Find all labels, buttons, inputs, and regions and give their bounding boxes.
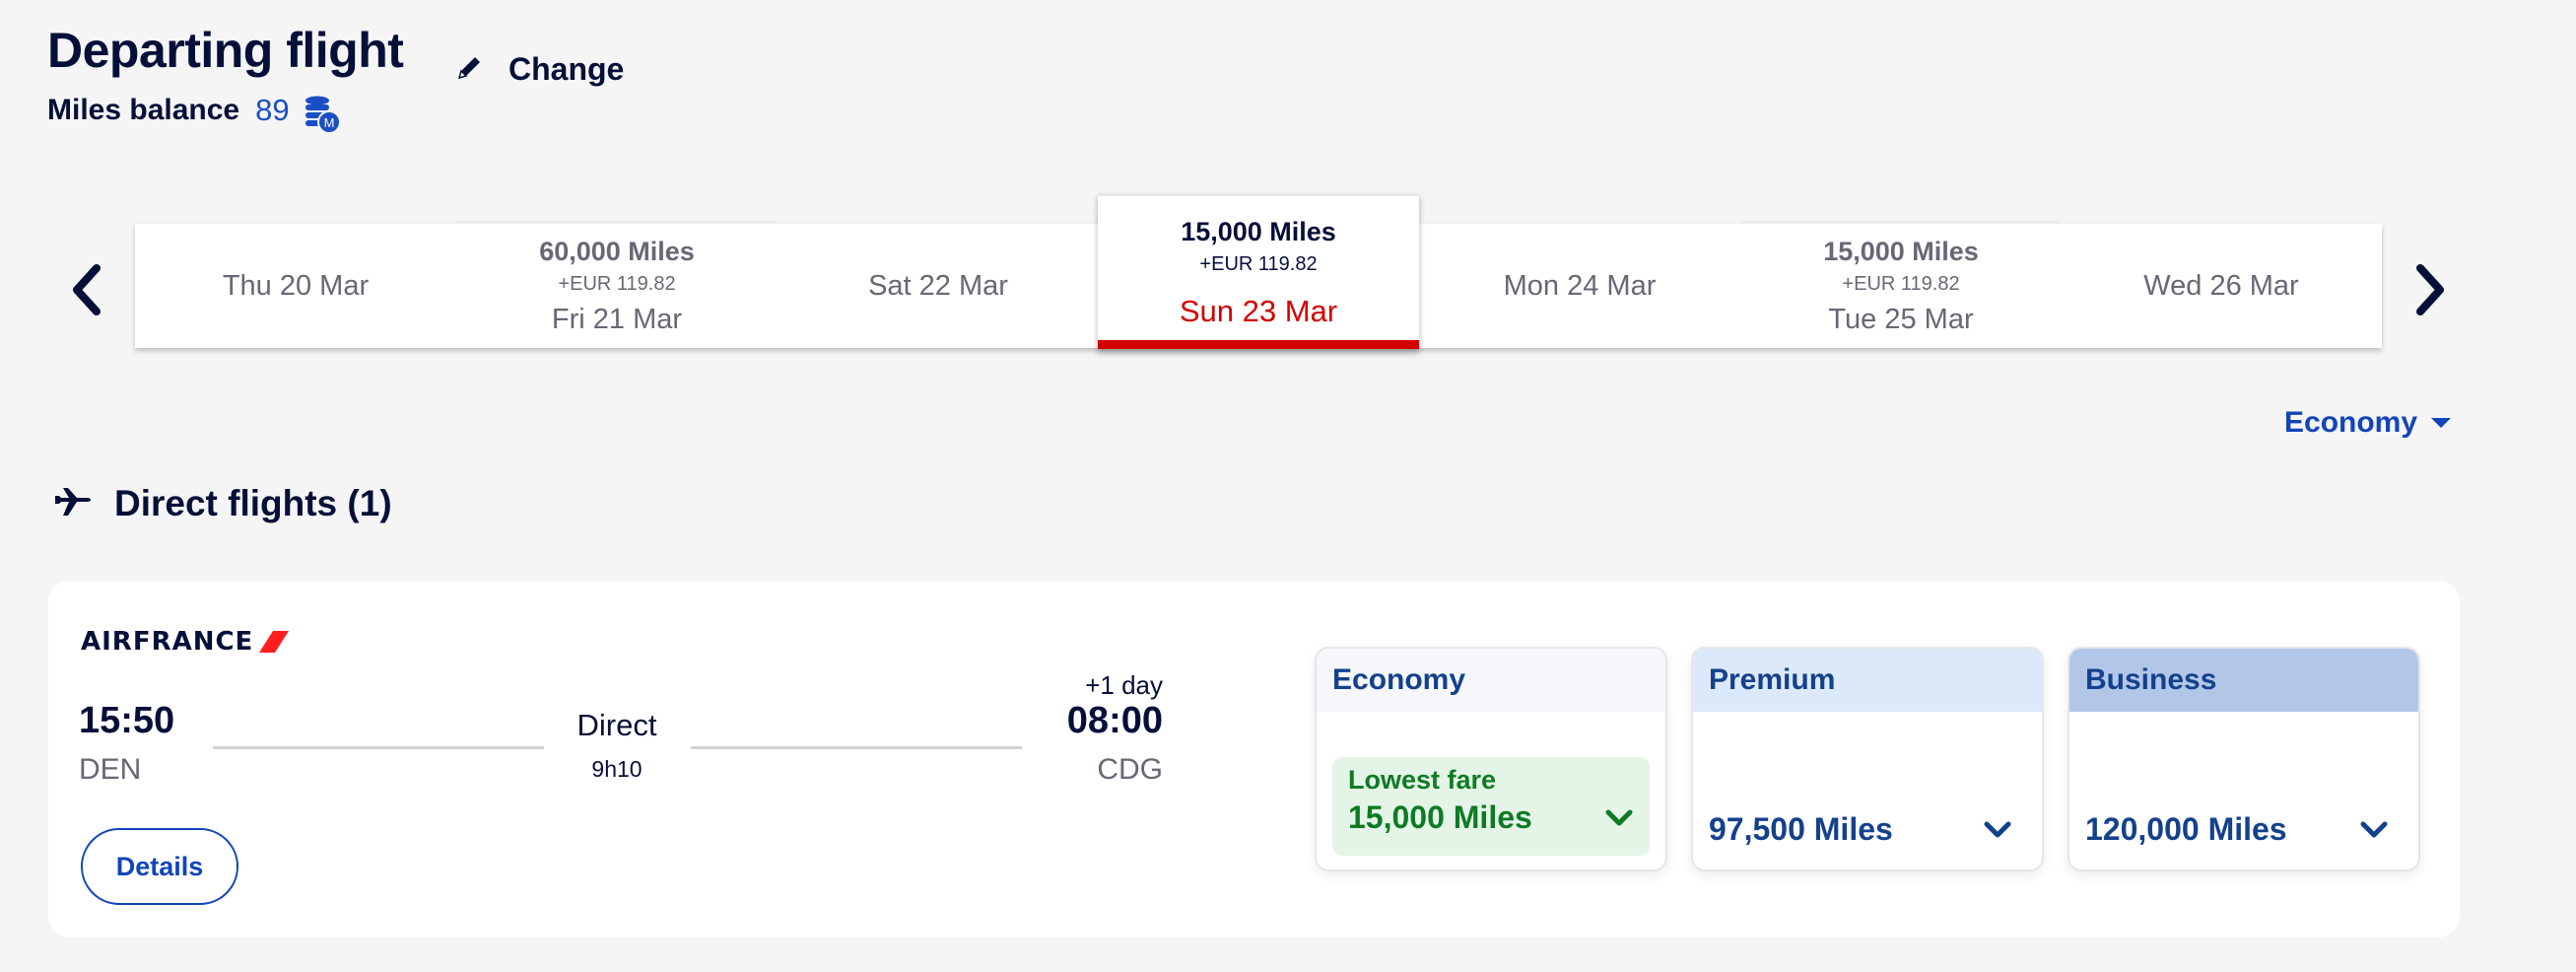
caret-down-icon (2431, 418, 2452, 428)
change-label: Change (508, 51, 625, 87)
previous-dates-button[interactable] (65, 262, 108, 317)
date-tab-fri-21[interactable]: 60,000 Miles +EUR 119.82 Fri 21 Mar (456, 221, 778, 348)
fare-card-business[interactable]: Business 120,000 Miles (2068, 647, 2420, 871)
next-dates-button[interactable] (2408, 262, 2452, 317)
airfrance-stripe-icon (259, 631, 290, 653)
date-label: Sun 23 Mar (1179, 293, 1338, 328)
fare-price: 15,000 Miles (1348, 799, 1532, 835)
airline-logo: AIRFRANCE (81, 627, 290, 657)
details-button[interactable]: Details (81, 828, 238, 905)
date-tax: +EUR 119.82 (558, 272, 676, 295)
stop-type: Direct (576, 708, 657, 742)
cabin-class-dropdown[interactable]: Economy (2284, 406, 2452, 440)
date-tab-tue-25[interactable]: 15,000 Miles +EUR 119.82 Tue 25 Mar (1740, 221, 2062, 348)
date-label: Thu 20 Mar (222, 269, 370, 302)
flight-duration: 9h10 (591, 756, 643, 782)
fare-cabin-name: Premium (1693, 649, 2042, 712)
chevron-down-icon (1605, 809, 1633, 825)
route-line (691, 746, 1022, 749)
date-label: Wed 26 Mar (2143, 269, 2299, 302)
section-title: Direct flights (1) (114, 483, 392, 523)
chevron-down-icon (2360, 821, 2388, 837)
departure-airport: DEN (79, 753, 142, 786)
fare-cabin-name: Economy (1317, 649, 1665, 712)
lowest-fare-tag: Lowest fare (1348, 765, 1497, 795)
arrival-airport: CDG (1097, 753, 1163, 786)
arrival-day-offset: +1 day (1085, 670, 1163, 700)
date-price: 15,000 Miles (1181, 216, 1336, 246)
lowest-fare-box: Lowest fare 15,000 Miles (1332, 757, 1650, 856)
page-title: Departing flight (47, 23, 404, 78)
date-label: Sat 22 Mar (868, 269, 1008, 302)
date-tax: +EUR 119.82 (1842, 272, 1960, 295)
pencil-icon (455, 52, 485, 87)
miles-coins-icon: M (304, 95, 341, 134)
date-tab-thu-20[interactable]: Thu 20 Mar (135, 224, 456, 348)
svg-text:M: M (323, 115, 334, 130)
chevron-right-icon (2416, 264, 2444, 315)
cabin-class-value: Economy (2284, 406, 2418, 439)
date-price: 60,000 Miles (539, 236, 695, 266)
fare-price: 120,000 Miles (2085, 811, 2287, 847)
miles-balance-value: 89 (255, 93, 290, 127)
change-flight-button[interactable]: Change (455, 51, 624, 88)
selected-indicator (1098, 340, 1419, 349)
date-tab-wed-26[interactable]: Wed 26 Mar (2061, 224, 2382, 348)
chevron-left-icon (73, 264, 101, 315)
fare-card-economy[interactable]: Economy Lowest fare 15,000 Miles (1315, 647, 1667, 871)
date-tab-mon-24[interactable]: Mon 24 Mar (1419, 224, 1740, 348)
arrival-time: 08:00 (1066, 700, 1163, 741)
date-price: 15,000 Miles (1823, 236, 1979, 266)
route-line (213, 746, 544, 749)
fare-card-premium[interactable]: Premium 97,500 Miles (1691, 647, 2044, 871)
airline-name: AIRFRANCE (81, 627, 254, 657)
miles-balance-label: Miles balance (47, 94, 240, 126)
plane-icon (53, 486, 93, 522)
date-tax: +EUR 119.82 (1199, 252, 1318, 275)
direct-flights-heading: Direct flights (1) (53, 483, 392, 524)
date-label: Fri 21 Mar (551, 303, 683, 335)
date-tab-sat-22[interactable]: Sat 22 Mar (778, 224, 1099, 348)
date-label: Tue 25 Mar (1828, 303, 1974, 335)
miles-balance: Miles balance 89 M (47, 91, 341, 134)
departure-time: 15:50 (79, 700, 175, 741)
chevron-down-icon (1984, 821, 2011, 837)
date-tab-sun-23[interactable]: 15,000 Miles +EUR 119.82 Sun 23 Mar (1098, 193, 1419, 349)
fare-price: 97,500 Miles (1709, 811, 1893, 847)
date-label: Mon 24 Mar (1503, 269, 1657, 302)
fare-cabin-name: Business (2069, 649, 2418, 712)
